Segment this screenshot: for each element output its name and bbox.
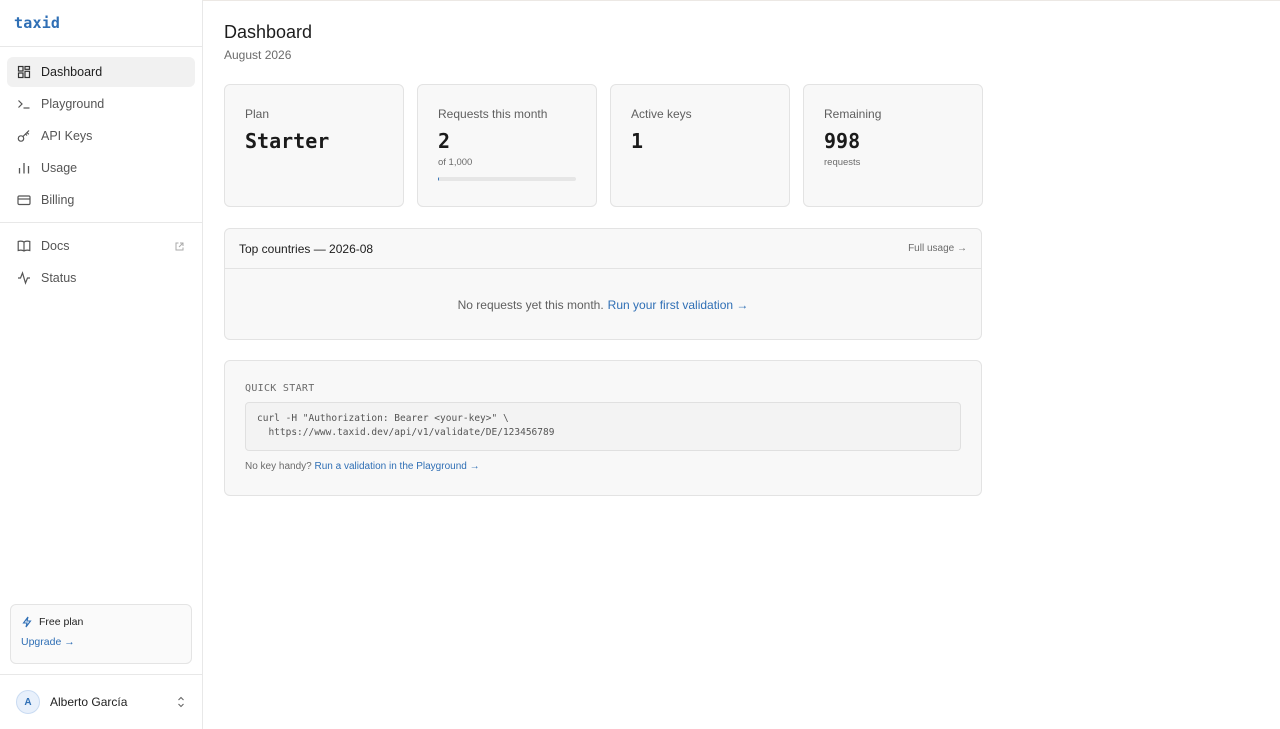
card-value: 1 bbox=[631, 129, 644, 153]
quick-start-footer: No key handy? Run a validation in the Pl… bbox=[245, 461, 961, 472]
credit-card-icon bbox=[17, 193, 31, 207]
bar-chart-icon bbox=[17, 161, 31, 175]
card-subtext: of 1,000 bbox=[438, 157, 473, 168]
sidebar-item-status[interactable]: Status bbox=[7, 263, 195, 293]
key-icon bbox=[17, 129, 31, 143]
first-validation-link[interactable]: Run your first validation → bbox=[608, 298, 749, 312]
sidebar-item-dashboard[interactable]: Dashboard bbox=[7, 57, 195, 87]
external-link-icon bbox=[174, 241, 185, 252]
plan-label: Free plan bbox=[39, 616, 84, 628]
sidebar-item-label: Usage bbox=[41, 161, 78, 175]
full-usage-link[interactable]: Full usage → bbox=[908, 243, 967, 254]
quick-start-panel: QUICK START curl -H "Authorization: Bear… bbox=[224, 360, 982, 496]
chevron-up-down-icon[interactable] bbox=[176, 695, 186, 709]
code-snippet[interactable]: curl -H "Authorization: Bearer <your-key… bbox=[245, 402, 961, 451]
sidebar-item-label: API Keys bbox=[41, 129, 93, 143]
card-label: Remaining bbox=[824, 107, 882, 121]
sidebar-nav: Dashboard Playground API Keys Usage Bill… bbox=[0, 47, 202, 293]
user-menu[interactable]: A Alberto García bbox=[0, 674, 202, 729]
sidebar-item-usage[interactable]: Usage bbox=[7, 153, 195, 183]
card-label: Active keys bbox=[631, 107, 692, 121]
logo[interactable]: taxid bbox=[14, 14, 60, 32]
lightning-icon bbox=[22, 616, 32, 628]
user-name: Alberto García bbox=[50, 695, 128, 709]
sidebar-divider bbox=[0, 222, 202, 223]
panel-title: Top countries — 2026-08 bbox=[239, 241, 374, 256]
sidebar-item-label: Billing bbox=[41, 193, 75, 207]
playground-link[interactable]: Run a validation in the Playground → bbox=[315, 461, 480, 472]
requests-card: Requests this month 2 of 1,000 bbox=[417, 84, 597, 207]
plan-card: Plan Starter bbox=[224, 84, 404, 207]
sidebar-item-label: Playground bbox=[41, 97, 105, 111]
sidebar: taxid Dashboard Playground API Keys Usag… bbox=[0, 0, 203, 729]
top-countries-panel: Top countries — 2026-08 Full usage → No … bbox=[224, 228, 982, 340]
dashboard-icon bbox=[17, 65, 31, 79]
sidebar-item-billing[interactable]: Billing bbox=[7, 185, 195, 215]
sidebar-item-docs[interactable]: Docs bbox=[7, 231, 195, 261]
card-value: 998 bbox=[824, 129, 861, 153]
sidebar-item-label: Status bbox=[41, 271, 77, 285]
sidebar-item-label: Dashboard bbox=[41, 65, 103, 79]
quick-start-title: QUICK START bbox=[245, 383, 315, 394]
remaining-card: Remaining 998 requests bbox=[803, 84, 983, 207]
card-value: 2 bbox=[438, 129, 451, 153]
brand: taxid bbox=[0, 0, 202, 47]
panel-header: Top countries — 2026-08 Full usage → bbox=[225, 229, 981, 269]
sidebar-item-api-keys[interactable]: API Keys bbox=[7, 121, 195, 151]
plan-box: Free plan Upgrade → bbox=[10, 604, 192, 664]
card-label: Requests this month bbox=[438, 107, 548, 121]
empty-text: No requests yet this month. bbox=[457, 297, 604, 312]
card-label: Plan bbox=[245, 107, 270, 121]
requests-progress-bar bbox=[438, 177, 576, 181]
card-subtext: requests bbox=[824, 157, 861, 168]
page-title: Dashboard bbox=[224, 22, 313, 42]
card-value: Starter bbox=[245, 129, 330, 153]
footer-text: No key handy? bbox=[245, 461, 312, 472]
book-icon bbox=[17, 239, 31, 253]
terminal-icon bbox=[17, 97, 31, 111]
avatar: A bbox=[16, 690, 40, 714]
plan-row: Free plan bbox=[21, 616, 181, 628]
page-subtitle: August 2026 bbox=[224, 48, 292, 62]
active-keys-card: Active keys 1 bbox=[610, 84, 790, 207]
sidebar-item-playground[interactable]: Playground bbox=[7, 89, 195, 119]
sidebar-item-label: Docs bbox=[41, 239, 70, 253]
upgrade-link[interactable]: Upgrade → bbox=[21, 636, 75, 648]
panel-empty-state: No requests yet this month. Run your fir… bbox=[225, 269, 981, 340]
activity-icon bbox=[17, 271, 31, 285]
